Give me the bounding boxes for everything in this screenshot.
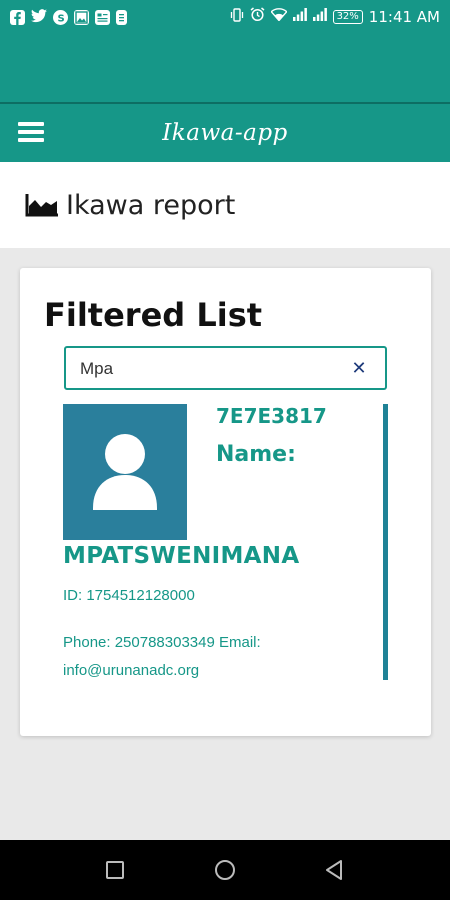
- full-name: MPATSWENIMANA: [63, 543, 300, 569]
- status-notification-icons: S: [10, 9, 127, 25]
- home-icon[interactable]: [213, 858, 237, 882]
- hamburger-menu-icon[interactable]: [18, 122, 44, 144]
- wifi-icon: [269, 8, 288, 26]
- item-accent-bar: [383, 404, 388, 680]
- app-header-background: S 32% 11:41 AM: [0, 0, 450, 102]
- clock: 11:41 AM: [368, 8, 440, 26]
- list-item[interactable]: 7E7E3817 Name: MPATSWENIMANA ID: 1754512…: [63, 404, 388, 682]
- clipboard-icon: [116, 9, 127, 25]
- list-heading: Filtered List: [44, 296, 263, 334]
- signal-icon: [292, 8, 307, 26]
- id-value: ID: 1754512128000: [63, 587, 195, 604]
- report-header: Ikawa report: [0, 162, 450, 248]
- back-icon[interactable]: [323, 858, 347, 882]
- status-bar: S 32% 11:41 AM: [0, 0, 450, 34]
- page-title: Ikawa report: [66, 189, 236, 221]
- search-input[interactable]: [80, 356, 340, 382]
- news-icon: [95, 9, 110, 25]
- skype-icon: S: [53, 9, 68, 25]
- search-field: ✕: [64, 346, 387, 390]
- area-chart-icon: [25, 194, 58, 217]
- system-nav-bar: [0, 840, 450, 900]
- alarm-icon: [250, 7, 265, 27]
- battery-icon: 32%: [332, 10, 363, 24]
- signal-icon: [312, 8, 327, 26]
- name-label: Name:: [216, 442, 296, 467]
- twitter-icon: [31, 9, 47, 25]
- app-title: Ikawa-app: [162, 120, 288, 146]
- gallery-icon: [74, 9, 89, 25]
- filtered-list-card: Filtered List ✕ 7E7E3817 Name: MPATSWENI…: [20, 268, 431, 736]
- contact-info: Phone: 250788303349 Email: info@urunanad…: [63, 634, 261, 679]
- vibrate-icon: [230, 7, 244, 27]
- close-icon[interactable]: ✕: [349, 358, 369, 380]
- record-code: 7E7E3817: [216, 404, 327, 428]
- svg-text:S: S: [58, 13, 65, 24]
- status-system-icons: 32% 11:41 AM: [230, 7, 440, 27]
- recent-apps-icon[interactable]: [103, 858, 127, 882]
- app-toolbar: Ikawa-app: [0, 104, 450, 162]
- facebook-icon: [10, 9, 25, 25]
- user-avatar-icon: [63, 404, 187, 540]
